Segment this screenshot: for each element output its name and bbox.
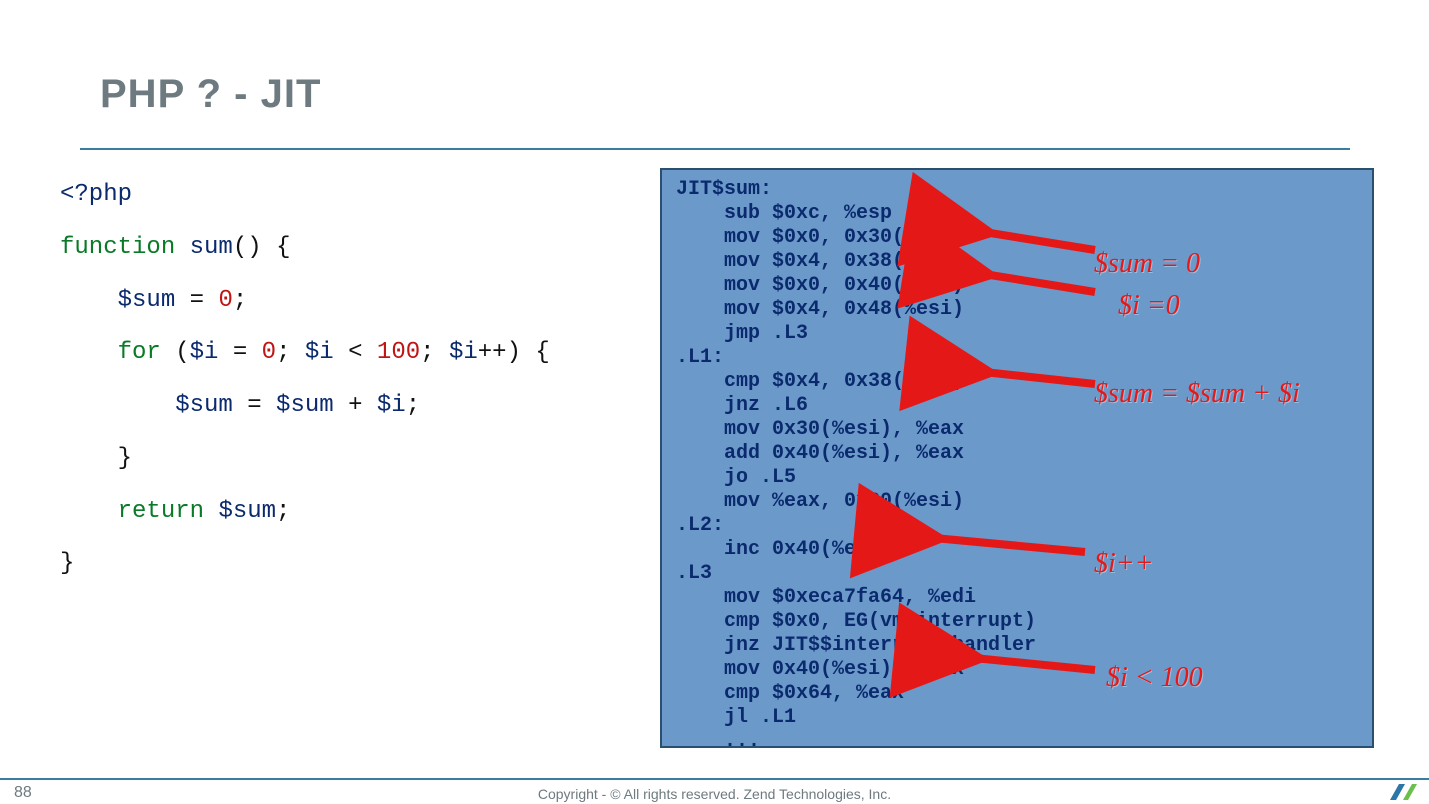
annotation-i-lt: $i < 100 xyxy=(1106,662,1203,694)
footer-divider xyxy=(0,778,1429,780)
arrow-i-zero xyxy=(970,260,1100,300)
php-source: <?php function sum() { $sum = 0; for ($i… xyxy=(60,182,550,578)
annotation-sum-zero: $sum = 0 xyxy=(1094,248,1200,280)
slide-title: PHP ? - JIT xyxy=(100,72,321,117)
arrow-sum-add xyxy=(970,358,1100,392)
arrow-i-lt xyxy=(960,644,1100,678)
arrow-i-inc xyxy=(920,526,1090,560)
annotation-sum-add: $sum = $sum + $i xyxy=(1094,378,1300,410)
slide: PHP ? - JIT <?php function sum() { $sum … xyxy=(0,0,1429,804)
arrow-sum-zero xyxy=(970,218,1100,258)
annotation-i-inc: $i++ xyxy=(1094,548,1154,580)
zend-logo-icon xyxy=(1389,782,1417,802)
title-underline xyxy=(80,148,1350,150)
copyright: Copyright - © All rights reserved. Zend … xyxy=(0,786,1429,802)
annotation-i-zero: $i =0 xyxy=(1118,290,1180,322)
